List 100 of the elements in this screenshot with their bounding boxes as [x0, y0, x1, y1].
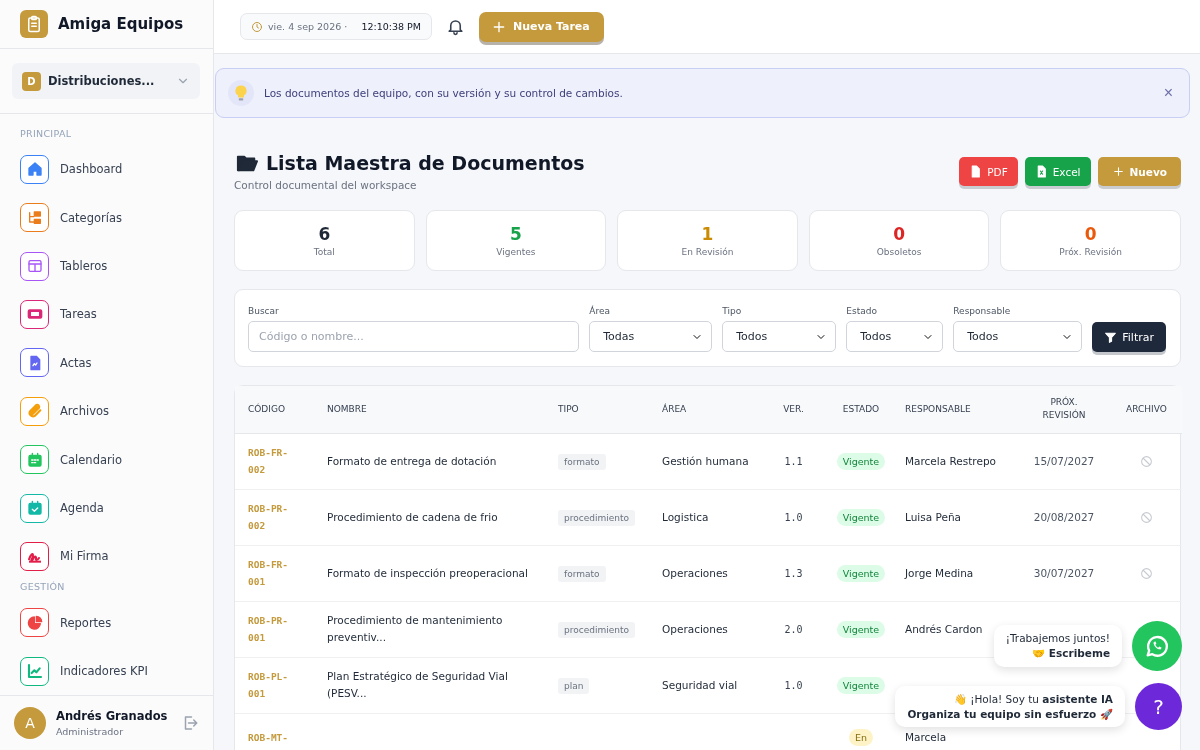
stat-label: Obsoletos: [876, 247, 922, 257]
area-text: Seguridad vial: [662, 678, 738, 691]
sidebar-item[interactable]: Dashboard: [20, 145, 213, 194]
dropdown-field[interactable]: Todas: [589, 321, 713, 352]
date-text: vie. 4 sep 2026 ·: [268, 21, 349, 32]
field-label: Responsable: [953, 306, 1012, 316]
workspace-name: Distribuciones...: [48, 74, 156, 89]
lightbulb-icon: [228, 80, 254, 106]
column-header: VER.: [764, 386, 823, 433]
column-header: ARCHIVO: [1111, 386, 1182, 433]
stat-value: 0: [893, 224, 905, 244]
sidebar-item[interactable]: Tableros: [20, 241, 213, 291]
stat-label: En Revisión: [681, 247, 734, 257]
version-text: 1.1: [784, 455, 803, 467]
document-name: Procedimiento de cadena de frio: [327, 510, 498, 523]
dropdown-field[interactable]: Todos: [846, 321, 944, 352]
document-code: ROB-FR-001: [248, 557, 290, 589]
banner-message: Los documentos del equipo, con su versión y su control de cambios.: [264, 87, 624, 99]
version-text: 1.0: [784, 679, 803, 691]
document-code: ROB-PR-001: [248, 613, 290, 645]
document-name: Formato de inspección preoperacional: [327, 566, 528, 579]
status-badge: Vigente: [836, 508, 886, 526]
plus-icon: [1111, 165, 1125, 178]
column-header: PRÓX. REVISIÓN: [1017, 386, 1111, 433]
document-name: Formato de entrega de dotación: [327, 454, 497, 467]
type-tag: procedimiento: [558, 509, 635, 526]
field-label: Tipo: [722, 306, 743, 316]
column-header: ÁREA: [656, 386, 764, 433]
review-date: 30/07/2027: [1033, 566, 1095, 579]
notifications-button[interactable]: [446, 17, 465, 36]
stat-label: Vigentes: [496, 247, 536, 257]
clipboard-logo-icon: [20, 10, 48, 39]
area-text: Logistica: [662, 510, 709, 523]
owner-name: Andrés Cardon: [905, 622, 983, 635]
dropdown-field[interactable]: Todos: [722, 321, 837, 352]
user-name: Andrés Granados: [56, 709, 169, 724]
column-header: ESTADO: [823, 386, 899, 433]
time-text: 12:10:38 PM: [361, 21, 421, 32]
column-header: CÓDIGO: [235, 386, 321, 433]
sidebar-item[interactable]: Categorías: [20, 193, 213, 242]
stat-value: 0: [1084, 224, 1097, 244]
unavailable-icon: [1140, 567, 1153, 581]
stat-value: 1: [701, 224, 714, 244]
sidebar-item[interactable]: Mi Firma: [20, 532, 213, 581]
funnel-icon: [1104, 330, 1118, 344]
unavailable-icon: [1140, 511, 1153, 525]
dropdown-field[interactable]: Todos: [953, 321, 1083, 352]
stat-value: 6: [318, 224, 331, 244]
pdf-button[interactable]: PDF: [959, 157, 1018, 186]
area-text: Gestión humana: [662, 454, 749, 467]
workspace-selector[interactable]: D Distribuciones...: [12, 63, 200, 100]
owner-name: Marcela Restrepo: [905, 454, 996, 467]
area-text: Operaciones: [662, 622, 728, 635]
review-date: 20/08/2027: [1033, 510, 1095, 523]
version-text: 2.0: [784, 623, 803, 635]
version-text: 1.0: [784, 511, 803, 523]
stat-label: Próx. Revisión: [1059, 247, 1123, 257]
owner-name: Luisa Peña: [905, 510, 961, 523]
owner-name: Marcela: [905, 730, 947, 743]
page-title: Lista Maestra de Documentos: [266, 152, 585, 174]
search-field[interactable]: Código o nombre...: [248, 321, 580, 352]
sidebar-item[interactable]: Actas: [20, 338, 213, 388]
sidebar-item[interactable]: Archivos: [20, 387, 213, 436]
section-heading: PRINCIPAL: [20, 128, 73, 140]
close-button[interactable]: ×: [1159, 84, 1177, 102]
field-label: Buscar: [248, 306, 280, 316]
user-avatar: A: [14, 707, 46, 740]
sidebar-item[interactable]: Reportes: [20, 598, 213, 648]
owner-name: Jorge Medina: [905, 566, 974, 579]
status-badge: Vigente: [836, 676, 886, 694]
sidebar-item[interactable]: Tareas: [20, 290, 213, 339]
user-role: Administrador: [56, 726, 125, 738]
sidebar-item[interactable]: Calendario: [20, 435, 213, 484]
section-heading: GESTIÓN: [20, 580, 66, 594]
column-header: TIPO: [552, 386, 656, 433]
type-tag: procedimiento: [558, 621, 635, 638]
status-badge: Vigente: [836, 452, 886, 470]
filter-button[interactable]: Filtrar: [1092, 322, 1166, 352]
chat-prompt: 👋 ¡Hola! Soy tu asistente IA Organiza tu equipo sin esfuerzo 🚀: [895, 685, 1125, 728]
chat-prompt: ¡Trabajemos juntos! 🤝 Escribeme: [993, 625, 1122, 667]
status-badge: En: [849, 728, 873, 746]
field-label: Área: [589, 306, 611, 316]
column-header: RESPONSABLE: [899, 386, 1017, 433]
status-badge: Vigente: [836, 564, 886, 582]
type-tag: plan: [558, 677, 590, 694]
stat-value: 5: [509, 224, 522, 244]
stat-label: Total: [313, 247, 335, 257]
column-header: NOMBRE: [321, 386, 552, 433]
sidebar-item[interactable]: Indicadores KPI: [20, 647, 213, 696]
workspace-avatar: D: [22, 71, 41, 91]
version-text: 1.3: [784, 567, 803, 579]
unavailable-icon: [1140, 455, 1153, 469]
document-code: ROB-MT-: [248, 730, 290, 745]
clock-icon: [251, 20, 263, 33]
sidebar-item[interactable]: Agenda: [20, 483, 213, 533]
document-code: ROB-PR-002: [248, 501, 290, 533]
document-code: ROB-PL-001: [248, 669, 290, 701]
bell-icon: [446, 17, 465, 36]
document-code: ROB-FR-002: [248, 445, 290, 477]
type-tag: formato: [558, 565, 606, 582]
